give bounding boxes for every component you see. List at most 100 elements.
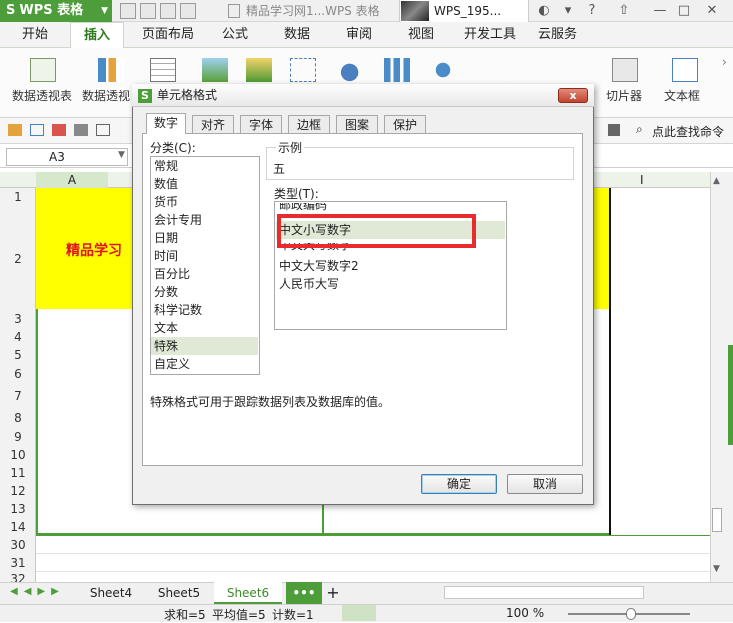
picture-icon[interactable] xyxy=(202,58,228,82)
name-box[interactable]: A3 xyxy=(6,148,128,166)
row-header[interactable]: 2 xyxy=(0,252,36,266)
row-header[interactable]: 6 xyxy=(0,367,36,381)
row-header[interactable]: 12 xyxy=(0,484,36,498)
open-icon[interactable] xyxy=(140,3,156,19)
row-header[interactable]: 13 xyxy=(0,502,36,516)
table-icon[interactable] xyxy=(150,58,176,82)
category-item[interactable]: 分数 xyxy=(151,283,258,301)
shapes-icon[interactable] xyxy=(334,58,360,82)
close-button[interactable]: ✕ xyxy=(700,0,724,22)
pivot-chart-icon[interactable] xyxy=(98,58,124,82)
sheet-tab[interactable]: Sheet4 xyxy=(82,582,140,604)
tab-number[interactable]: 数字 xyxy=(146,113,186,134)
pivot-chart-label[interactable]: 数据透视 xyxy=(82,87,130,104)
sheet-tab[interactable]: Sheet5 xyxy=(150,582,208,604)
row-header[interactable]: 9 xyxy=(0,430,36,444)
filter-icon[interactable] xyxy=(608,124,620,136)
category-item[interactable]: 会计专用 xyxy=(151,211,258,229)
new-icon[interactable] xyxy=(120,3,136,19)
maximize-button[interactable]: □ xyxy=(672,0,696,22)
user-name[interactable]: WPS_195... xyxy=(434,0,501,22)
dialog-close-button[interactable]: x xyxy=(558,88,588,103)
type-item[interactable]: 邮政编码 xyxy=(276,203,505,213)
category-item[interactable]: 文本 xyxy=(151,319,258,337)
row-header[interactable]: 30 xyxy=(0,538,36,552)
tab-review[interactable]: 审阅 xyxy=(346,22,372,48)
add-sheet-button[interactable]: + xyxy=(322,582,344,604)
chart-icon[interactable] xyxy=(430,58,456,82)
skin-icon[interactable]: ◐ xyxy=(532,0,556,22)
upload-icon[interactable]: ⇧ xyxy=(612,0,636,22)
bar-chart-icon[interactable] xyxy=(384,58,410,82)
tab-insert[interactable]: 插入 xyxy=(70,22,124,49)
row-header[interactable]: 7 xyxy=(0,389,36,403)
category-item[interactable]: 货币 xyxy=(151,193,258,211)
search-command-icon[interactable]: ⌕ xyxy=(636,122,643,137)
tab-data[interactable]: 数据 xyxy=(284,22,310,48)
save-small-icon[interactable] xyxy=(30,124,44,136)
slicer-icon[interactable] xyxy=(612,58,638,82)
save-icon[interactable] xyxy=(160,3,176,19)
column-header-a[interactable]: A xyxy=(36,172,108,188)
scroll-up-icon[interactable]: ▲ xyxy=(713,176,720,186)
screenshot-icon[interactable] xyxy=(290,58,316,82)
row-header[interactable]: 11 xyxy=(0,466,36,480)
zoom-slider-thumb[interactable] xyxy=(626,608,636,620)
cell-a2-text[interactable]: 精品学习 xyxy=(66,240,122,260)
app-menu-button[interactable]: S WPS 表格 ▼ xyxy=(0,0,112,22)
row-header[interactable]: 8 xyxy=(0,411,36,425)
tab-protection[interactable]: 保护 xyxy=(384,115,426,134)
tab-border[interactable]: 边框 xyxy=(288,115,330,134)
type-item[interactable]: 人民币大写 xyxy=(276,275,505,293)
tab-developer[interactable]: 开发工具 xyxy=(464,22,516,48)
minimize-button[interactable]: — xyxy=(648,0,672,22)
open-folder-icon[interactable] xyxy=(8,124,22,136)
row-header[interactable]: 3 xyxy=(0,312,36,326)
print-small-icon[interactable] xyxy=(74,124,88,136)
category-item-selected[interactable]: 特殊 xyxy=(151,337,258,355)
textbox-label[interactable]: 文本框 xyxy=(664,87,700,104)
tab-page-layout[interactable]: 页面布局 xyxy=(142,22,194,48)
cancel-button[interactable]: 取消 xyxy=(507,474,583,494)
textbox-icon[interactable] xyxy=(672,58,698,82)
pivot-table-label[interactable]: 数据透视表 xyxy=(12,87,72,104)
shirt-icon[interactable]: ▾ xyxy=(556,0,580,22)
avatar[interactable] xyxy=(401,1,429,21)
sheet-nav-icon[interactable]: ◀◀▶▶ xyxy=(10,586,65,597)
row-header[interactable]: 1 xyxy=(0,190,36,204)
slicer-label[interactable]: 切片器 xyxy=(606,87,642,104)
category-item[interactable]: 自定义 xyxy=(151,355,258,373)
tab-home[interactable]: 开始 xyxy=(22,22,48,48)
row-header[interactable]: 10 xyxy=(0,448,36,462)
horizontal-scrollbar[interactable] xyxy=(444,586,644,599)
more-sheets-button[interactable]: ••• xyxy=(286,582,322,604)
category-item[interactable]: 科学记数 xyxy=(151,301,258,319)
column-header-i[interactable]: I xyxy=(640,172,644,188)
row-header[interactable]: 14 xyxy=(0,520,36,534)
tab-view[interactable]: 视图 xyxy=(408,22,434,48)
ribbon-scroll-right-icon[interactable]: › xyxy=(722,55,727,69)
tab-font[interactable]: 字体 xyxy=(240,115,282,134)
name-box-dropdown-icon[interactable]: ▼ xyxy=(118,150,125,160)
preview-icon[interactable] xyxy=(96,124,110,136)
print-icon[interactable] xyxy=(180,3,196,19)
side-panel-handle[interactable] xyxy=(728,345,733,445)
tab-alignment[interactable]: 对齐 xyxy=(192,115,234,134)
tab-formulas[interactable]: 公式 xyxy=(222,22,248,48)
category-item[interactable]: 百分比 xyxy=(151,265,258,283)
clipart-icon[interactable] xyxy=(246,58,272,82)
scroll-down-icon[interactable]: ▼ xyxy=(713,564,720,574)
row-header[interactable]: 4 xyxy=(0,330,36,344)
tab-cloud[interactable]: 云服务 xyxy=(538,22,577,48)
category-item[interactable]: 日期 xyxy=(151,229,258,247)
normal-view-icon[interactable] xyxy=(342,605,376,621)
pivot-table-icon[interactable] xyxy=(30,58,56,82)
help-icon[interactable]: ? xyxy=(580,0,604,22)
ok-button[interactable]: 确定 xyxy=(421,474,497,494)
row-header[interactable]: 5 xyxy=(0,348,36,362)
sheet-tab-active[interactable]: Sheet6 xyxy=(214,582,282,604)
category-item[interactable]: 时间 xyxy=(151,247,258,265)
type-item[interactable]: 中文大写数字2 xyxy=(276,257,505,275)
scroll-thumb[interactable] xyxy=(712,508,722,532)
category-item[interactable]: 数值 xyxy=(151,175,258,193)
